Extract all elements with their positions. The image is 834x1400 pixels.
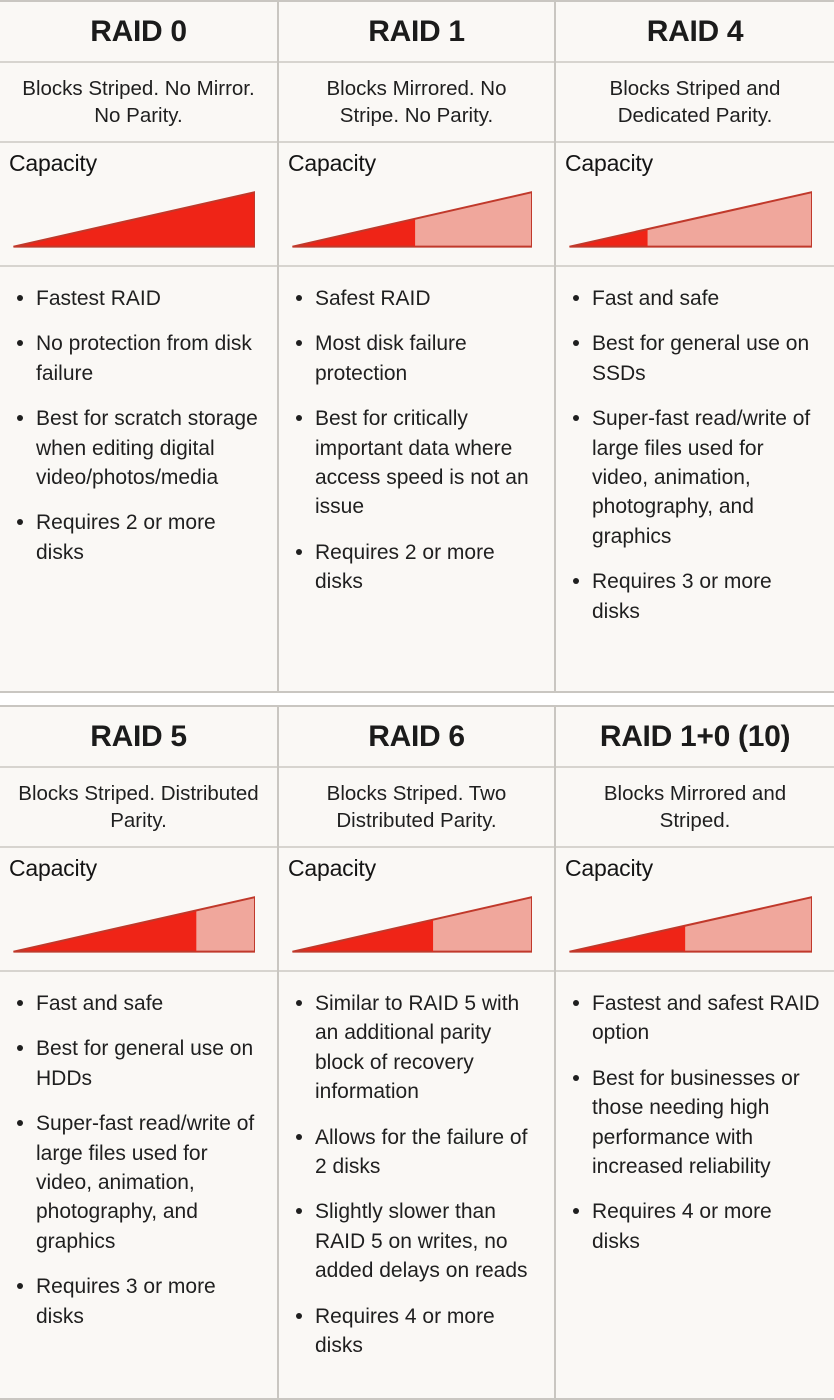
raid-bullet-item: Fast and safe (567, 284, 822, 313)
raid-bullets-cell: Fastest RAID No protection from disk fail… (0, 267, 277, 691)
raid-bullet-item: Best for general use on SSDs (567, 329, 822, 388)
capacity-triangle-chart (11, 896, 255, 954)
raid-bullet-item: Super-fast read/write of large files use… (567, 404, 822, 551)
raid-title-cell: RAID 4 (556, 2, 834, 63)
raid-bullet-item: Requires 3 or more disks (567, 567, 822, 626)
capacity-triangle-chart (290, 896, 532, 954)
capacity-free-region (684, 897, 812, 952)
raid-description: Blocks Striped. Distributed Parity. (18, 781, 259, 832)
raid-bullet-item: Requires 2 or more disks (11, 508, 265, 567)
raid-column-raid-10: RAID 1+0 (10) Blocks Mirrored and Stripe… (556, 707, 834, 1398)
raid-description-cell: Blocks Striped. No Mirror. No Parity. (0, 63, 277, 143)
capacity-free-region (647, 192, 812, 247)
capacity-triangle-chart (290, 191, 532, 249)
raid-bullet-item: Best for businesses or those needing hig… (567, 1064, 822, 1182)
raid-description: Blocks Striped and Dedicated Parity. (609, 76, 781, 127)
capacity-label: Capacity (565, 855, 653, 881)
raid-capacity-cell: Capacity (279, 143, 554, 267)
raid-bullet-item: Super-fast read/write of large files use… (11, 1109, 265, 1256)
raid-bullets-cell: Fast and safe Best for general use on HDD… (0, 972, 277, 1398)
raid-column-raid-1: RAID 1 Blocks Mirrored. No Stripe. No Pa… (279, 2, 556, 691)
raid-title: RAID 4 (646, 14, 744, 48)
raid-description-cell: Blocks Striped and Dedicated Parity. (556, 63, 834, 143)
raid-capacity-cell: Capacity (279, 848, 554, 972)
raid-table-row-1: RAID 0 Blocks Striped. No Mirror. No Par… (0, 0, 834, 693)
raid-description: Blocks Mirrored and Striped. (603, 781, 787, 832)
raid-bullet-item: Safest RAID (290, 284, 542, 313)
raid-column-raid-6: RAID 6 Blocks Striped. Two Distributed P… (279, 707, 556, 1398)
raid-title: RAID 5 (90, 719, 187, 753)
raid-bullet-list: Fastest RAID No protection from disk fail… (11, 284, 265, 567)
capacity-triangle-chart (567, 896, 812, 954)
raid-title: RAID 6 (368, 719, 465, 753)
raid-bullet-item: Requires 4 or more disks (290, 1302, 542, 1361)
raid-bullet-item: Fastest and safest RAID option (567, 989, 822, 1048)
capacity-label: Capacity (288, 855, 376, 881)
raid-bullets-cell: Fast and safe Best for general use on SSD… (556, 267, 834, 691)
raid-title: RAID 1 (368, 14, 465, 48)
raid-bullet-list: Safest RAID Most disk failure protection B… (290, 284, 542, 597)
raid-bullet-item: No protection from disk failure (11, 329, 265, 388)
raid-title-cell: RAID 1+0 (10) (556, 707, 834, 768)
capacity-free-region (414, 192, 532, 247)
raid-bullet-item: Best for general use on HDDs (11, 1034, 265, 1093)
raid-description: Blocks Striped. No Mirror. No Parity. (22, 76, 255, 127)
raid-title-cell: RAID 0 (0, 2, 277, 63)
raid-bullet-item: Similar to RAID 5 with an additional par… (290, 989, 542, 1107)
raid-bullet-list: Similar to RAID 5 with an additional par… (290, 989, 542, 1360)
raid-capacity-cell: Capacity (0, 143, 277, 267)
capacity-triangle-chart (11, 191, 255, 249)
raid-description-cell: Blocks Mirrored and Striped. (556, 768, 834, 848)
raid-bullet-item: Slightly slower than RAID 5 on writes, n… (290, 1197, 542, 1285)
raid-title: RAID 1+0 (10) (599, 719, 791, 753)
raid-bullet-item: Best for scratch storage when editing di… (11, 404, 265, 492)
raid-bullet-item: Requires 3 or more disks (11, 1272, 265, 1331)
raid-column-raid-0: RAID 0 Blocks Striped. No Mirror. No Par… (0, 2, 279, 691)
raid-title-cell: RAID 1 (279, 2, 554, 63)
raid-bullet-list: Fast and safe Best for general use on HDD… (11, 989, 265, 1331)
raid-bullet-item: Fast and safe (11, 989, 265, 1018)
raid-bullet-item: Requires 4 or more disks (567, 1197, 822, 1256)
raid-bullet-item: Most disk failure protection (290, 329, 542, 388)
capacity-label: Capacity (9, 855, 97, 881)
raid-bullets-cell: Fastest and safest RAID option Best for b… (556, 972, 834, 1398)
raid-description: Blocks Mirrored. No Stripe. No Parity. (326, 76, 507, 127)
raid-bullet-item: Best for critically important data where… (290, 404, 542, 522)
capacity-triangle-chart (567, 191, 812, 249)
raid-bullet-item: Requires 2 or more disks (290, 538, 542, 597)
table-separator (0, 693, 834, 705)
raid-column-raid-5: RAID 5 Blocks Striped. Distributed Parit… (0, 707, 279, 1398)
raid-bullets-cell: Safest RAID Most disk failure protection B… (279, 267, 554, 691)
raid-bullet-list: Fast and safe Best for general use on SSD… (567, 284, 822, 626)
capacity-label: Capacity (288, 150, 376, 176)
capacity-label: Capacity (9, 150, 97, 176)
raid-title: RAID 0 (90, 14, 187, 48)
raid-description: Blocks Striped. Two Distributed Parity. (326, 781, 507, 832)
raid-column-raid-4: RAID 4 Blocks Striped and Dedicated Pari… (556, 2, 834, 691)
raid-capacity-cell: Capacity (0, 848, 277, 972)
raid-bullet-item: Fastest RAID (11, 284, 265, 313)
raid-description-cell: Blocks Striped. Two Distributed Parity. (279, 768, 554, 848)
raid-bullet-list: Fastest and safest RAID option Best for b… (567, 989, 822, 1256)
raid-title-cell: RAID 6 (279, 707, 554, 768)
raid-capacity-cell: Capacity (556, 848, 834, 972)
raid-capacity-cell: Capacity (556, 143, 834, 267)
raid-bullet-item: Allows for the failure of 2 disks (290, 1123, 542, 1182)
raid-description-cell: Blocks Mirrored. No Stripe. No Parity. (279, 63, 554, 143)
capacity-label: Capacity (565, 150, 653, 176)
raid-comparison-infographic: RAID 0 Blocks Striped. No Mirror. No Par… (0, 0, 834, 1400)
raid-bullets-cell: Similar to RAID 5 with an additional par… (279, 972, 554, 1398)
raid-table-row-2: RAID 5 Blocks Striped. Distributed Parit… (0, 705, 834, 1400)
capacity-free-region (432, 897, 532, 952)
raid-description-cell: Blocks Striped. Distributed Parity. (0, 768, 277, 848)
capacity-free-region (195, 897, 255, 952)
raid-title-cell: RAID 5 (0, 707, 277, 768)
